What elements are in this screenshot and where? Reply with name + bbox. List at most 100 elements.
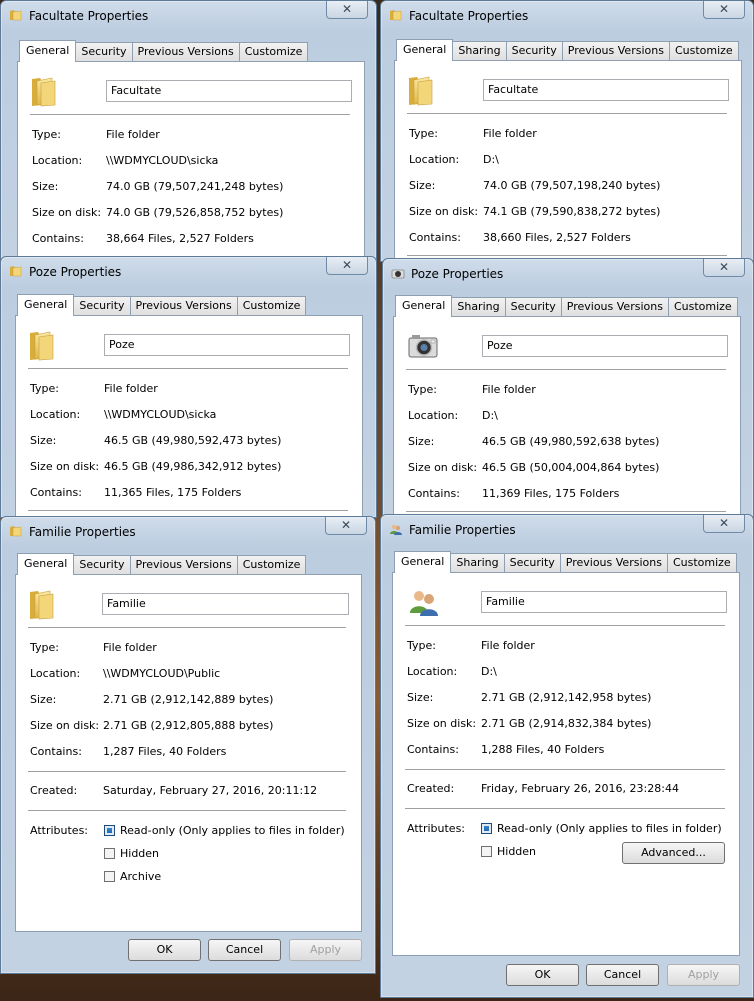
folder-name-field[interactable]: Facultate xyxy=(483,79,729,101)
title-bar[interactable]: Poze Properties ✕ xyxy=(383,259,753,289)
tab-sharing[interactable]: Sharing xyxy=(450,553,505,572)
size-value: 74.0 GB (79,507,241,248 bytes) xyxy=(106,180,284,193)
size-label: Size: xyxy=(30,693,57,706)
hidden-checkbox[interactable] xyxy=(481,846,492,857)
size-on-disk-value: 46.5 GB (50,004,004,864 bytes) xyxy=(482,461,660,474)
contains-label: Contains: xyxy=(407,743,459,756)
created-value: Friday, February 26, 2016, 23:28:44 xyxy=(481,782,679,795)
type-value: File folder xyxy=(103,641,157,654)
apply-button[interactable]: Apply xyxy=(667,964,740,986)
location-label: Location: xyxy=(32,154,83,167)
tab-previous-versions[interactable]: Previous Versions xyxy=(560,297,669,316)
folder-icon xyxy=(9,525,23,537)
title-bar[interactable]: Familie Properties ✕ xyxy=(381,515,753,545)
close-button[interactable]: ✕ xyxy=(326,1,368,19)
tab-previous-versions[interactable]: Previous Versions xyxy=(129,296,238,315)
location-value: D:\ xyxy=(481,665,497,678)
camera-icon xyxy=(391,267,405,279)
separator xyxy=(28,771,346,773)
tab-customize[interactable]: Customize xyxy=(238,42,309,61)
tab-general[interactable]: General xyxy=(396,39,454,61)
folder-icon xyxy=(389,9,403,21)
tab-sharing[interactable]: Sharing xyxy=(451,297,506,316)
size-label: Size: xyxy=(408,435,435,448)
readonly-label[interactable]: Read-only (Only applies to files in fold… xyxy=(120,824,345,837)
tab-previous-versions[interactable]: Previous Versions xyxy=(131,42,240,61)
cancel-button[interactable]: Cancel xyxy=(208,939,281,961)
tab-sharing[interactable]: Sharing xyxy=(452,41,507,60)
location-label: Location: xyxy=(407,665,458,678)
size-on-disk-value: 2.71 GB (2,914,832,384 bytes) xyxy=(481,717,652,730)
tab-security[interactable]: Security xyxy=(73,296,131,315)
close-button[interactable]: ✕ xyxy=(703,515,745,533)
users-icon xyxy=(389,523,403,535)
folder-name-field[interactable]: Facultate xyxy=(106,80,352,102)
tab-customize[interactable]: Customize xyxy=(236,296,307,315)
dialog-poze-local: Poze Properties ✕ General Sharing Securi… xyxy=(382,258,754,520)
readonly-checkbox[interactable] xyxy=(481,823,492,834)
folder-name-field[interactable]: Poze xyxy=(104,334,350,356)
type-value: File folder xyxy=(104,382,158,395)
contains-value: 38,664 Files, 2,527 Folders xyxy=(106,232,254,245)
tab-customize[interactable]: Customize xyxy=(666,553,737,572)
archive-checkbox[interactable] xyxy=(104,871,115,882)
archive-label[interactable]: Archive xyxy=(120,870,161,883)
type-label: Type: xyxy=(30,382,59,395)
title-bar[interactable]: Poze Properties ✕ xyxy=(1,257,376,287)
size-on-disk-value: 74.1 GB (79,590,838,272 bytes) xyxy=(483,205,661,218)
size-on-disk-label: Size on disk: xyxy=(30,460,100,473)
size-value: 74.0 GB (79,507,198,240 bytes) xyxy=(483,179,661,192)
title-bar[interactable]: Facultate Properties ✕ xyxy=(1,1,376,31)
readonly-checkbox[interactable] xyxy=(104,825,115,836)
window-title: Facultate Properties xyxy=(29,9,149,23)
tab-general[interactable]: General xyxy=(394,551,452,573)
advanced-button[interactable]: Advanced... xyxy=(622,842,725,864)
separator xyxy=(28,810,346,812)
hidden-checkbox[interactable] xyxy=(104,848,115,859)
general-panel: Familie Type: File folder Location: \\WD… xyxy=(15,574,362,932)
ok-button[interactable]: OK xyxy=(128,939,201,961)
created-label: Created: xyxy=(407,782,455,795)
window-title: Facultate Properties xyxy=(409,9,529,23)
title-bar[interactable]: Familie Properties ✕ xyxy=(1,517,375,547)
tab-security[interactable]: Security xyxy=(504,297,562,316)
attributes-label: Attributes: xyxy=(407,822,466,835)
hidden-label[interactable]: Hidden xyxy=(120,847,159,860)
close-button[interactable]: ✕ xyxy=(325,517,367,535)
title-bar[interactable]: Facultate Properties ✕ xyxy=(381,1,753,31)
tab-security[interactable]: Security xyxy=(503,553,561,572)
close-button[interactable]: ✕ xyxy=(703,259,745,277)
ok-button[interactable]: OK xyxy=(506,964,579,986)
tab-general[interactable]: General xyxy=(17,553,75,575)
apply-button[interactable]: Apply xyxy=(289,939,362,961)
tab-previous-versions[interactable]: Previous Versions xyxy=(561,41,670,60)
tab-security[interactable]: Security xyxy=(75,42,133,61)
contains-value: 38,660 Files, 2,527 Folders xyxy=(483,231,631,244)
size-on-disk-label: Size on disk: xyxy=(30,719,100,732)
folder-icon xyxy=(28,74,62,108)
general-panel: Familie Type: File folder Location: D:\ … xyxy=(392,572,740,956)
hidden-label[interactable]: Hidden xyxy=(497,845,536,858)
tab-customize[interactable]: Customize xyxy=(667,297,738,316)
contains-value: 11,365 Files, 175 Folders xyxy=(104,486,242,499)
tab-previous-versions[interactable]: Previous Versions xyxy=(129,555,238,574)
folder-name-field[interactable]: Familie xyxy=(481,591,727,613)
created-value: Saturday, February 27, 2016, 20:11:12 xyxy=(103,784,318,797)
size-label: Size: xyxy=(407,691,434,704)
readonly-label[interactable]: Read-only (Only applies to files in fold… xyxy=(497,822,722,835)
close-button[interactable]: ✕ xyxy=(326,257,368,275)
tab-general[interactable]: General xyxy=(19,40,77,62)
close-button[interactable]: ✕ xyxy=(703,1,745,19)
tab-general[interactable]: General xyxy=(395,295,453,317)
tab-customize[interactable]: Customize xyxy=(236,555,307,574)
tab-security[interactable]: Security xyxy=(73,555,131,574)
window-title: Poze Properties xyxy=(29,265,122,279)
cancel-button[interactable]: Cancel xyxy=(586,964,659,986)
folder-name-field[interactable]: Poze xyxy=(482,335,728,357)
folder-name-field[interactable]: Familie xyxy=(102,593,349,615)
tab-general[interactable]: General xyxy=(17,294,75,316)
tab-previous-versions[interactable]: Previous Versions xyxy=(559,553,668,572)
tab-customize[interactable]: Customize xyxy=(668,41,739,60)
type-label: Type: xyxy=(408,383,437,396)
tab-security[interactable]: Security xyxy=(505,41,563,60)
